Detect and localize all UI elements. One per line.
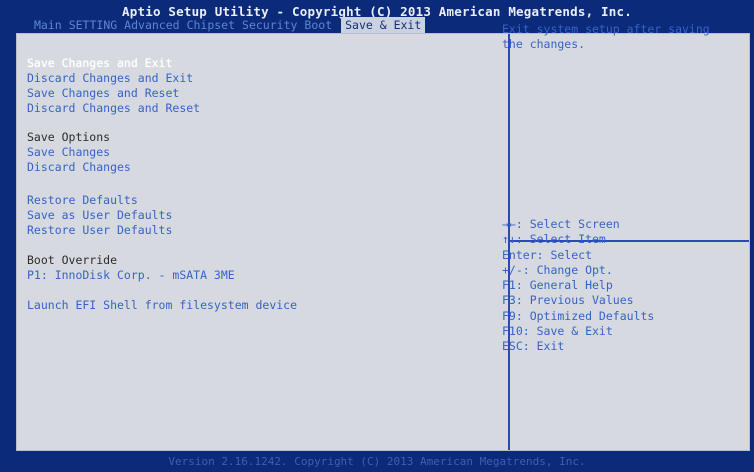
key-enter-select: Enter: Select [502, 247, 593, 262]
key-general-help: F1: General Help [502, 278, 613, 293]
boot-override-device-item[interactable]: P1: InnoDisk Corp. - mSATA 3ME [27, 268, 235, 283]
menu-list: Save Changes and Exit Discard Changes an… [17, 34, 508, 450]
key-select-item: ↑↓: Select Item [502, 232, 606, 247]
save-changes-and-reset-item[interactable]: Save Changes and Reset [27, 86, 179, 101]
tab-chipset[interactable]: Chipset [187, 18, 235, 32]
key-optimized-defaults: F9: Optimized Defaults [502, 308, 655, 323]
key-esc-exit: ESC: Exit [502, 339, 565, 354]
save-as-user-defaults-item[interactable]: Save as User Defaults [27, 208, 172, 223]
discard-changes-and-exit-item[interactable]: Discard Changes and Exit [27, 71, 193, 86]
tab-bar: Main SETTING Advanced Chipset Security B… [34, 17, 432, 33]
launch-efi-shell-item[interactable]: Launch EFI Shell from filesystem device [27, 298, 297, 313]
key-save-exit: F10: Save & Exit [502, 324, 613, 339]
tab-save-exit[interactable]: Save & Exit [341, 17, 426, 33]
save-changes-and-exit-item[interactable]: Save Changes and Exit [27, 56, 172, 71]
key-legend: →←: Select Screen ↑↓: Select Item Enter:… [502, 217, 654, 355]
key-select-screen: →←: Select Screen [502, 217, 620, 231]
save-changes-item[interactable]: Save Changes [27, 145, 110, 160]
discard-changes-and-reset-item[interactable]: Discard Changes and Reset [27, 101, 200, 116]
restore-user-defaults-item[interactable]: Restore User Defaults [27, 223, 172, 238]
tab-main[interactable]: Main [34, 18, 62, 32]
tab-setting[interactable]: SETTING [69, 18, 117, 32]
key-previous-values: F3: Previous Values [502, 293, 634, 308]
bios-screen: Aptio Setup Utility - Copyright (C) 2013… [0, 0, 754, 472]
tab-boot[interactable]: Boot [304, 18, 332, 32]
tab-security[interactable]: Security [242, 18, 297, 32]
help-description: Exit system setup after saving the chang… [502, 22, 710, 51]
version-footer: Version 2.16.1242. Copyright (C) 2013 Am… [168, 455, 586, 468]
boot-override-heading: Boot Override [27, 253, 118, 267]
discard-changes-item[interactable]: Discard Changes [27, 160, 131, 175]
key-change-opt: +/-: Change Opt. [502, 262, 613, 277]
restore-defaults-item[interactable]: Restore Defaults [27, 193, 138, 208]
save-options-heading: Save Options [27, 130, 111, 144]
tab-advanced[interactable]: Advanced [124, 18, 179, 32]
